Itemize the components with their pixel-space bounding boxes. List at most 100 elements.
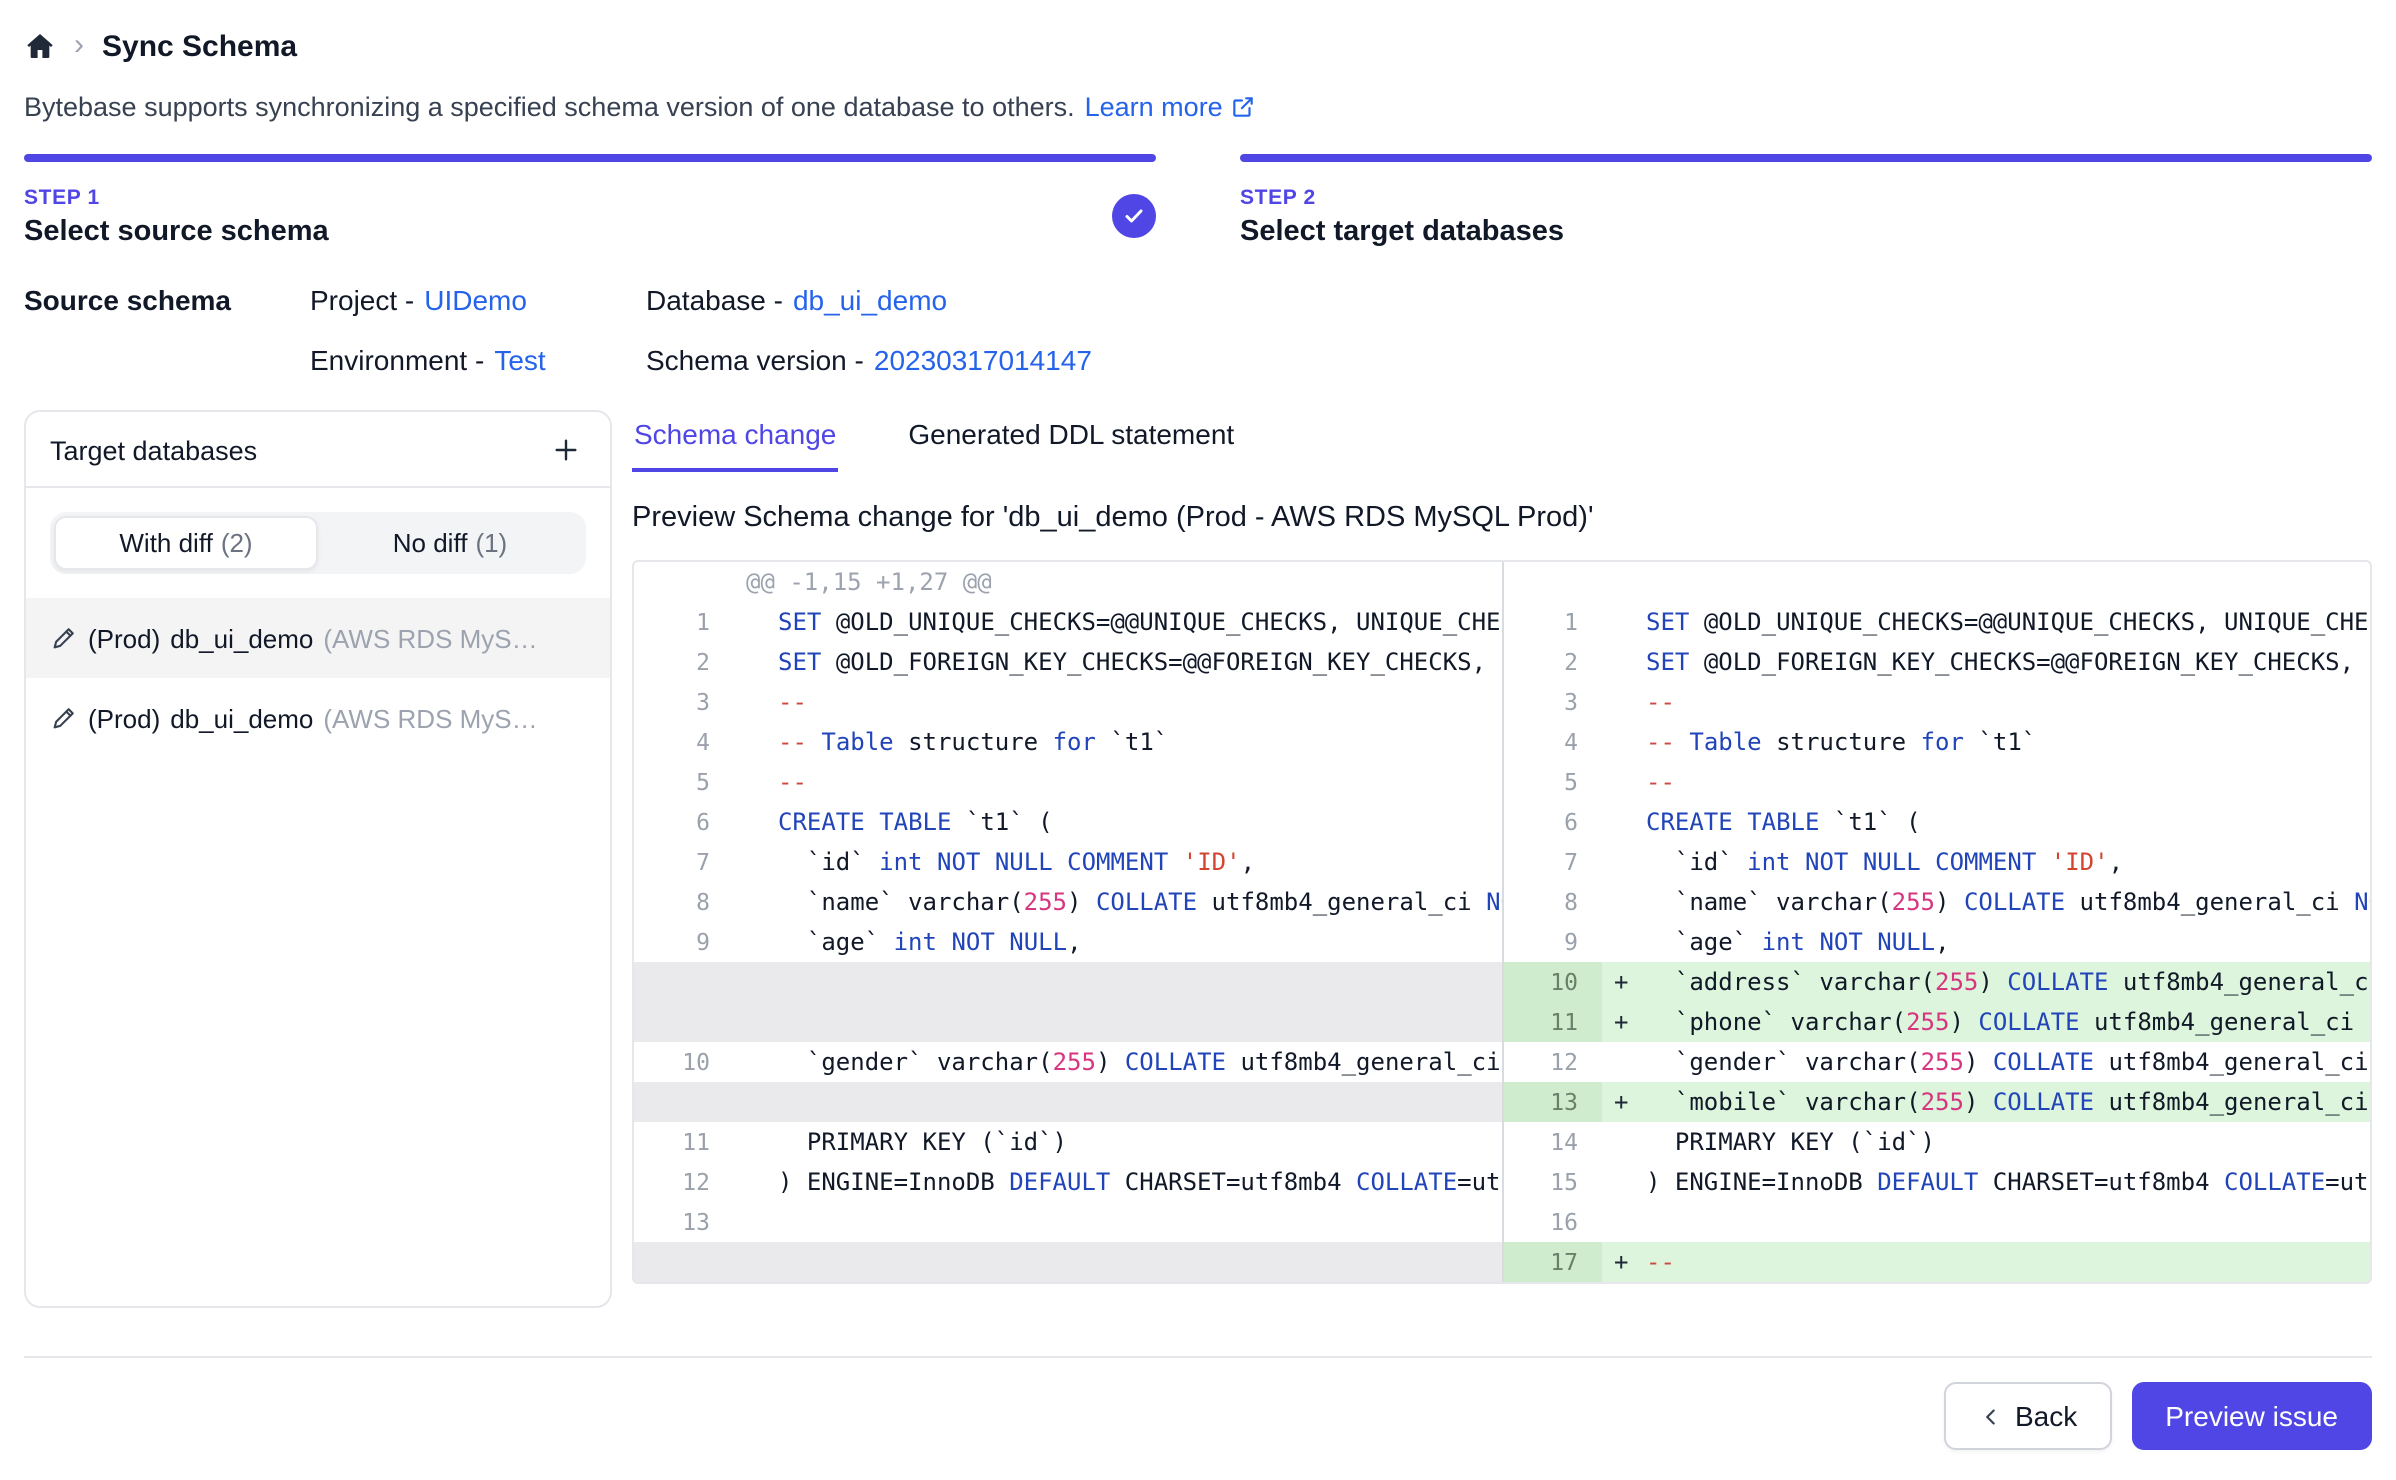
diff-line-number: 16 [1502, 1202, 1602, 1242]
diff-line-code: -- [1602, 682, 2370, 722]
diff-line-number: 7 [634, 842, 734, 882]
steps: STEP 1 Select source schema STEP 2 Selec… [24, 154, 2372, 248]
database-label: Database - [646, 284, 783, 316]
schema-version-link[interactable]: 20230317014147 [874, 344, 1092, 376]
breadcrumb: › Sync Schema [24, 20, 2372, 72]
target-database-item[interactable]: (Prod)db_ui_demo(AWS RDS MyS… [26, 598, 610, 678]
diff-hunk-header: @@ -1,15 +1,27 @@ [734, 562, 1502, 602]
tab-generated-ddl[interactable]: Generated DDL statement [906, 414, 1236, 472]
tab-no-diff[interactable]: No diff (1) [318, 516, 582, 570]
diff-line-code [734, 1242, 1502, 1282]
diff-line-number: 10 [634, 1042, 734, 1082]
diff-line-code [734, 1202, 1502, 1242]
diff-line-code: -- Table structure for `t1` [734, 722, 1502, 762]
diff-line-code [734, 1082, 1502, 1122]
breadcrumb-chevron-icon: › [74, 29, 84, 59]
pencil-icon [50, 704, 78, 732]
diff-line-number: 2 [634, 642, 734, 682]
diff-line-number: 12 [1502, 1042, 1602, 1082]
target-databases-header: Target databases [26, 412, 610, 488]
diff-line-code: -- [734, 682, 1502, 722]
project-label: Project - [310, 284, 414, 316]
step-1-complete-badge [1112, 194, 1156, 238]
step-2-progress-bar [1240, 154, 2372, 162]
diff-line-code: `age` int NOT NULL, [734, 922, 1502, 962]
diff-table: @@ -1,15 +1,27 @@1 SET @OLD_UNIQUE_CHECK… [632, 560, 2372, 1284]
diff-line-number: 1 [1502, 602, 1602, 642]
diff-line-number: 9 [1502, 922, 1602, 962]
diff-line-code: ) ENGINE=InnoDB DEFAULT CHARSET=utf8mb4 … [734, 1162, 1502, 1202]
diff-row: 13+ `mobile` varchar(255) COLLATE utf8mb… [634, 1082, 2370, 1122]
diff-line-number: 13 [634, 1202, 734, 1242]
back-button[interactable]: Back [1943, 1382, 2111, 1450]
diff-line-number: 15 [1502, 1162, 1602, 1202]
tab-with-diff-label: With diff [119, 528, 212, 558]
diff-line-number [1502, 562, 1602, 602]
database-instance: (AWS RDS MyS… [323, 623, 537, 653]
diff-line-number: 3 [634, 682, 734, 722]
diff-line-number: 5 [634, 762, 734, 802]
environment-link[interactable]: Test [494, 344, 545, 376]
diff-line-code: PRIMARY KEY (`id`) [1602, 1122, 2370, 1162]
source-schema-version-field: Schema version - 20230317014147 [646, 344, 1092, 378]
home-icon[interactable] [24, 30, 56, 62]
diff-line-number: 2 [1502, 642, 1602, 682]
diff-row: 1 SET @OLD_UNIQUE_CHECKS=@@UNIQUE_CHECKS… [634, 602, 2370, 642]
tab-schema-change[interactable]: Schema change [632, 414, 838, 472]
source-environment-field: Environment -Test [310, 344, 646, 378]
diff-row: 12 ) ENGINE=InnoDB DEFAULT CHARSET=utf8m… [634, 1162, 2370, 1202]
diff-line-number: 9 [634, 922, 734, 962]
diff-line-number: 12 [634, 1162, 734, 1202]
tab-with-diff[interactable]: With diff (2) [54, 516, 318, 570]
target-database-item[interactable]: (Prod)db_ui_demo(AWS RDS MyS… [26, 678, 610, 758]
diff-line-code: + `phone` varchar(255) COLLATE utf8mb4_g… [1602, 1002, 2370, 1042]
database-instance: (AWS RDS MyS… [323, 703, 537, 733]
diff-line-number: 5 [1502, 762, 1602, 802]
diff-row: 5 --5 -- [634, 762, 2370, 802]
database-link[interactable]: db_ui_demo [793, 284, 947, 316]
diff-line-code: PRIMARY KEY (`id`) [734, 1122, 1502, 1162]
diff-row: 10+ `address` varchar(255) COLLATE utf8m… [634, 962, 2370, 1002]
diff-line-code: `name` varchar(255) COLLATE utf8mb4_gene… [1602, 882, 2370, 922]
preview-issue-button[interactable]: Preview issue [2131, 1382, 2372, 1450]
diff-line-number: 6 [1502, 802, 1602, 842]
add-target-database-button[interactable] [546, 430, 586, 470]
step-2-label: STEP 2 [1240, 186, 2372, 210]
database-environment: (Prod) [88, 703, 160, 733]
plus-icon [550, 434, 582, 466]
tab-no-diff-count: (1) [475, 528, 507, 558]
diff-row: 3 --3 -- [634, 682, 2370, 722]
target-database-list: (Prod)db_ui_demo(AWS RDS MyS…(Prod)db_ui… [26, 598, 610, 758]
diff-line-code: -- [1602, 762, 2370, 802]
step-1: STEP 1 Select source schema [24, 154, 1156, 248]
diff-row: 11+ `phone` varchar(255) COLLATE utf8mb4… [634, 1002, 2370, 1042]
tab-no-diff-label: No diff [393, 528, 468, 558]
diff-line-code: `gender` varchar(255) COLLATE utf8mb4_ge… [1602, 1042, 2370, 1082]
diff-row: 10 `gender` varchar(255) COLLATE utf8mb4… [634, 1042, 2370, 1082]
diff-row: 17+-- [634, 1242, 2370, 1282]
diff-line-code: `age` int NOT NULL, [1602, 922, 2370, 962]
diff-line-number: 1 [634, 602, 734, 642]
diff-line-number: 13 [1502, 1082, 1602, 1122]
diff-line-code: CREATE TABLE `t1` ( [1602, 802, 2370, 842]
learn-more-link[interactable]: Learn more [1085, 92, 1257, 122]
diff-view-tabs: Schema change Generated DDL statement [632, 410, 2372, 472]
database-name: db_ui_demo [170, 623, 313, 653]
learn-more-label: Learn more [1085, 92, 1223, 122]
diff-row: 11 PRIMARY KEY (`id`)14 PRIMARY KEY (`id… [634, 1122, 2370, 1162]
diff-row: 9 `age` int NOT NULL,9 `age` int NOT NUL… [634, 922, 2370, 962]
source-schema-section: Source schema Project -UIDemo Database -… [24, 284, 2372, 378]
diff-line-code: CREATE TABLE `t1` ( [734, 802, 1502, 842]
intro: Bytebase supports synchronizing a specif… [24, 92, 2372, 122]
sync-schema-page: › Sync Schema Bytebase supports synchron… [0, 0, 2396, 1480]
diff-line-code: + `address` varchar(255) COLLATE utf8mb4… [1602, 962, 2370, 1002]
diff-line-code: +-- [1602, 1242, 2370, 1282]
schema-version-label: Schema version - [646, 344, 864, 376]
external-link-icon [1231, 94, 1257, 120]
intro-description: Bytebase supports synchronizing a specif… [24, 92, 1075, 122]
project-link[interactable]: UIDemo [424, 284, 527, 316]
main-content: Target databases With diff (2) No diff (… [24, 410, 2372, 1308]
step-2-title: Select target databases [1240, 216, 2372, 248]
step-1-progress-bar [24, 154, 1156, 162]
diff-line-code: SET @OLD_UNIQUE_CHECKS=@@UNIQUE_CHECKS, … [1602, 602, 2370, 642]
